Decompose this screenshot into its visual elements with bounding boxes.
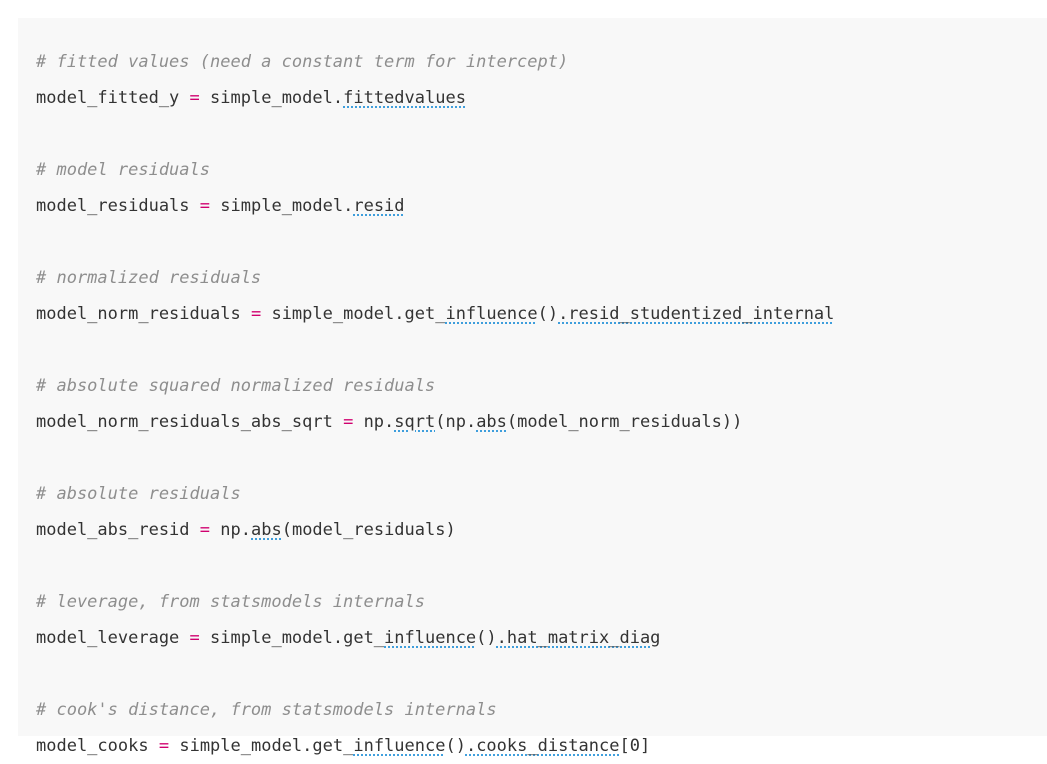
- assignment-operator: =: [189, 628, 200, 648]
- variable-name: model_cooks: [36, 736, 149, 756]
- code-token: (): [445, 736, 466, 756]
- code-line-absolute-residuals: model_abs_resid = np.abs(model_residuals…: [36, 512, 1047, 548]
- code-token: simple_model.get_: [271, 304, 446, 324]
- assignment-operator: =: [343, 412, 354, 432]
- code-comment-normalized-residuals: # normalized residuals: [36, 268, 262, 288]
- assignment-operator: =: [199, 520, 211, 540]
- assignment-operator: =: [158, 736, 170, 756]
- code-comment-fitted-values: # fitted values (need a constant term fo…: [36, 52, 569, 72]
- code-token: np.: [363, 412, 395, 432]
- code-token: (): [476, 628, 497, 648]
- assignment-operator: =: [250, 304, 262, 324]
- attribute-token: .resid_studentized_internal: [558, 304, 835, 324]
- attribute-token: influence: [353, 736, 446, 756]
- code-token: simple_model.get_: [210, 628, 385, 648]
- code-token: (): [537, 304, 559, 324]
- variable-name: model_norm_residuals: [36, 304, 241, 324]
- code-comment-cooks-distance: # cook's distance, from statsmodels inte…: [36, 700, 497, 720]
- attribute-token: resid: [353, 196, 405, 216]
- code-line-normalized-residuals: model_norm_residuals = simple_model.get_…: [36, 296, 1047, 332]
- variable-name: model_fitted_y: [36, 88, 180, 108]
- code-token: (np.: [435, 412, 477, 432]
- variable-name: model_residuals: [36, 196, 190, 216]
- attribute-token: .hat_matrix_diag: [496, 628, 661, 648]
- code-comment-leverage: # leverage, from statsmodels internals: [36, 592, 425, 612]
- attribute-token: influence: [445, 304, 538, 324]
- code-token: [0]: [619, 736, 651, 756]
- code-token: (model_norm_residuals)): [506, 412, 743, 432]
- code-line-abs-squared-residuals: model_norm_residuals_abs_sqrt = np.sqrt(…: [36, 404, 1047, 440]
- code-block: # fitted values (need a constant term fo…: [18, 18, 1047, 756]
- code-token: simple_model.: [220, 196, 354, 216]
- variable-name: model_leverage: [36, 628, 180, 648]
- code-token: simple_model.: [210, 88, 344, 108]
- attribute-token: .cooks_distance: [465, 736, 620, 756]
- assignment-operator: =: [199, 196, 211, 216]
- code-line-fitted-values: model_fitted_y = simple_model.fittedvalu…: [36, 80, 1047, 116]
- code-line-model-residuals: model_residuals = simple_model.resid: [36, 188, 1047, 224]
- code-comment-model-residuals: # model residuals: [36, 160, 210, 180]
- attribute-token: influence: [384, 628, 477, 648]
- variable-name: model_abs_resid: [36, 520, 190, 540]
- code-line-cooks-distance: model_cooks = simple_model.get_influence…: [36, 728, 1047, 764]
- function-token: abs: [476, 412, 507, 432]
- assignment-operator: =: [189, 88, 200, 108]
- function-token: sqrt: [394, 412, 436, 432]
- function-token: abs: [251, 520, 282, 540]
- attribute-token: fittedvalues: [343, 88, 466, 108]
- variable-name: model_norm_residuals_abs_sqrt: [36, 412, 333, 432]
- code-comment-abs-squared-residuals: # absolute squared normalized residuals: [36, 376, 436, 396]
- code-token: (model_residuals): [281, 520, 456, 540]
- code-token: simple_model.get_: [179, 736, 354, 756]
- code-token: np.: [220, 520, 251, 540]
- code-line-leverage: model_leverage = simple_model.get_influe…: [36, 620, 1047, 656]
- code-comment-absolute-residuals: # absolute residuals: [36, 484, 241, 504]
